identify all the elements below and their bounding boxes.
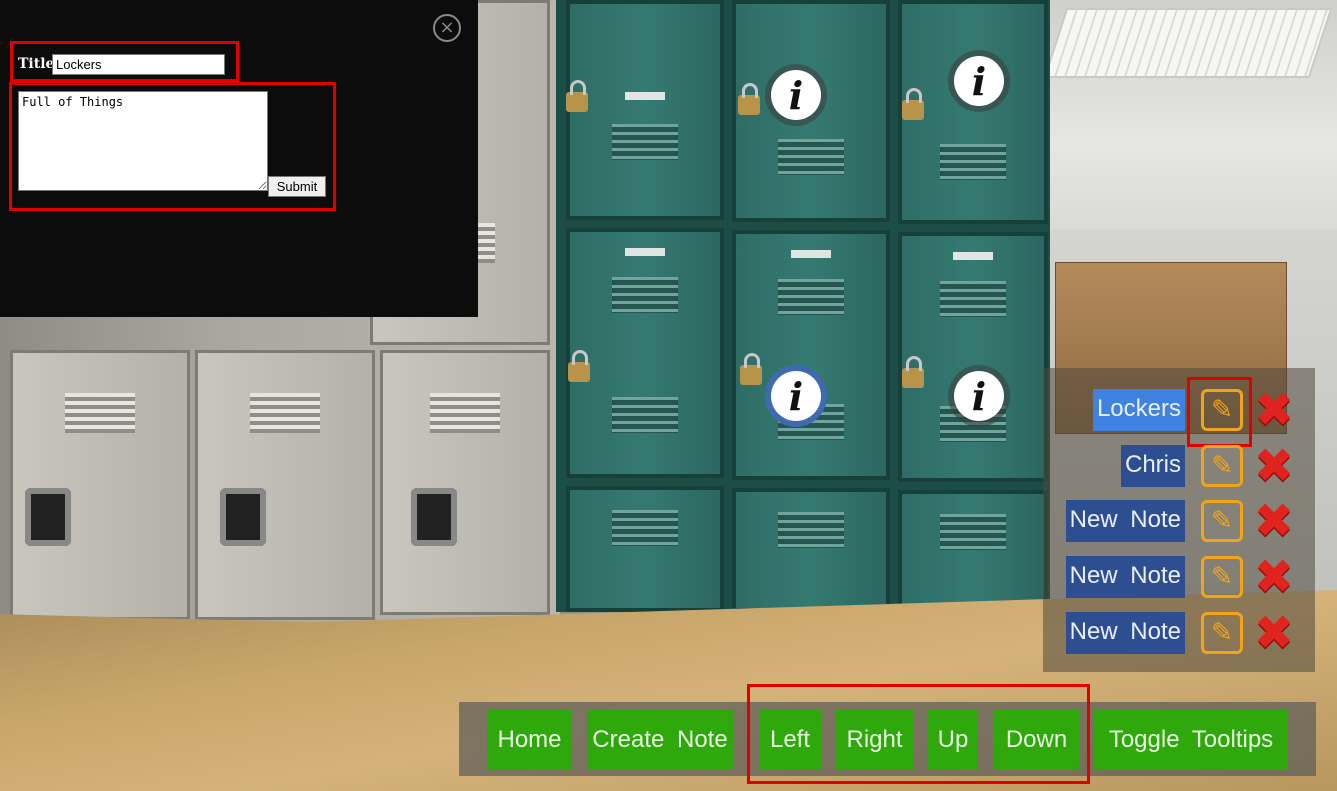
red-x-delete-icon[interactable]: ✖ (1251, 609, 1297, 657)
info-icon: i (771, 371, 821, 421)
note-label[interactable]: Chris (1120, 445, 1185, 487)
pencil-edit-icon[interactable]: ✎ (1201, 389, 1243, 431)
red-x-delete-icon[interactable]: ✖ (1251, 497, 1297, 545)
beige-locker-door (380, 350, 550, 615)
close-circle-icon[interactable]: × (433, 14, 461, 42)
info-icon: i (771, 70, 821, 120)
padlock (740, 353, 762, 385)
note-label[interactable]: New Note (1065, 556, 1185, 598)
notes-list: Lockers ✎ ✖ Chris ✎ ✖ New Note ✎ ✖ New N… (1043, 368, 1315, 672)
submit-button[interactable]: Submit (268, 176, 326, 197)
padlock (566, 80, 588, 112)
pencil-edit-icon[interactable]: ✎ (1201, 556, 1243, 598)
note-body-textarea[interactable]: Full of Things (18, 91, 268, 191)
padlock (568, 350, 590, 382)
note-row: New Note ✎ ✖ (1043, 497, 1315, 545)
title-input[interactable] (52, 54, 225, 75)
note-row: New Note ✎ ✖ (1043, 553, 1315, 601)
ceiling-light (1043, 8, 1333, 78)
left-button[interactable]: Left (759, 710, 821, 770)
note-row: New Note ✎ ✖ (1043, 609, 1315, 657)
padlock (902, 356, 924, 388)
pencil-edit-icon[interactable]: ✎ (1201, 445, 1243, 487)
down-button[interactable]: Down (994, 710, 1079, 770)
padlock (902, 88, 924, 120)
red-x-delete-icon[interactable]: ✖ (1251, 553, 1297, 601)
note-row: Lockers ✎ ✖ (1043, 377, 1315, 447)
toggle-tooltips-button[interactable]: Toggle Tooltips (1094, 710, 1288, 770)
note-label[interactable]: New Note (1065, 500, 1185, 542)
right-button[interactable]: Right (836, 710, 913, 770)
note-label[interactable]: New Note (1065, 612, 1185, 654)
up-button[interactable]: Up (928, 710, 978, 770)
pencil-edit-icon[interactable]: ✎ (1201, 500, 1243, 542)
note-editor-panel: × Title: Full of Things Submit (0, 0, 478, 317)
bottom-toolbar: Home Create Note Left Right Up Down Togg… (459, 702, 1316, 776)
note-row: Chris ✎ ✖ (1043, 442, 1315, 490)
create-note-button[interactable]: Create Note (587, 710, 733, 770)
info-marker[interactable]: i (948, 365, 1010, 427)
green-locker-door (566, 228, 724, 478)
green-locker-door (898, 490, 1048, 612)
info-marker[interactable]: i (948, 50, 1010, 112)
red-x-delete-icon[interactable]: ✖ (1251, 386, 1297, 434)
info-marker[interactable]: i (765, 64, 827, 126)
green-locker-door (566, 486, 724, 612)
red-x-delete-icon[interactable]: ✖ (1251, 442, 1297, 490)
green-locker-door (566, 0, 724, 220)
padlock (738, 83, 760, 115)
green-locker-door (732, 488, 890, 612)
beige-locker-door (10, 350, 190, 620)
note-label-selected[interactable]: Lockers (1092, 389, 1185, 431)
info-icon: i (954, 56, 1004, 106)
home-button[interactable]: Home (487, 710, 572, 770)
pencil-edit-icon[interactable]: ✎ (1201, 612, 1243, 654)
info-marker-selected[interactable]: i (765, 365, 827, 427)
green-locker-door (898, 232, 1048, 482)
beige-locker-door (195, 350, 375, 620)
info-icon: i (954, 371, 1004, 421)
